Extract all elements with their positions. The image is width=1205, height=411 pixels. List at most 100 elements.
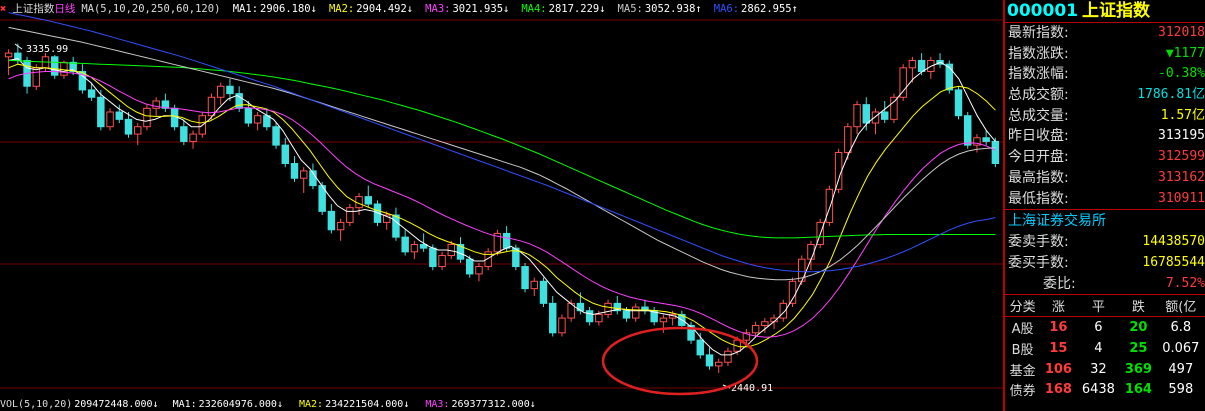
candle-body xyxy=(346,207,354,223)
quote-value: 312018 xyxy=(1158,25,1205,40)
candle-body xyxy=(124,118,133,135)
candle-body xyxy=(521,266,529,290)
candle-body xyxy=(133,126,142,135)
ma-legend-label: MA1: xyxy=(232,3,259,15)
candle-body xyxy=(595,313,603,323)
candle-body xyxy=(429,247,437,268)
vol-ma-label: MA1: xyxy=(172,399,197,410)
quote-value: 1.57亿 xyxy=(1160,107,1205,123)
candle-body xyxy=(880,111,889,120)
breadth-cell-down: 20 xyxy=(1129,319,1148,335)
quote-value: 14438570 xyxy=(1142,234,1205,250)
breadth-cell-cat: 债券 xyxy=(1009,384,1036,400)
quote-label: 委买手数: xyxy=(1008,254,1069,271)
high-label: 3335.99 xyxy=(26,44,68,55)
ma-params: MA(5,10,20,250,60,120) xyxy=(81,3,221,15)
candle-body xyxy=(392,214,400,238)
candle-body xyxy=(475,266,483,275)
candle-body xyxy=(751,324,760,334)
candle-body xyxy=(853,104,861,128)
candle-body xyxy=(263,115,271,128)
kline-chart[interactable]: 3335.99 2440.91 xyxy=(0,0,1003,411)
chart-grid xyxy=(0,19,1003,389)
breadth-cell-cat: B股 xyxy=(1011,342,1034,358)
candle-body xyxy=(299,170,308,179)
candle-body xyxy=(908,59,917,69)
ma-legend-2: MA2: 2904.492↓ xyxy=(329,3,419,15)
volume-header: VOL(5,10,20) 209472448.000↓ MA1: 232604976… xyxy=(0,399,1003,411)
ma-legend-label: MA3: xyxy=(425,3,451,15)
quote-label: 总成交额: xyxy=(1008,87,1069,104)
close-icon[interactable]: ✖ xyxy=(0,3,6,15)
vol-ma-1: MA1: 232604976.000↓ xyxy=(173,399,291,410)
breadth-cell-cat: A股 xyxy=(1011,321,1034,337)
period-label[interactable]: 日线 xyxy=(54,3,75,15)
quote-value: 313162 xyxy=(1158,169,1205,185)
quote-label: 今日开盘: xyxy=(1008,149,1069,166)
ma-legend-value: 2817.229↓ xyxy=(548,3,606,15)
quote-row: 委买手数: 16785544 xyxy=(1005,253,1205,274)
quote-row: 今日开盘: 312599 xyxy=(1005,147,1205,168)
candle-body xyxy=(558,317,566,334)
candle-body xyxy=(290,163,299,179)
ma-legend-value: 2862.955↑ xyxy=(741,3,798,15)
candle-body xyxy=(834,151,843,190)
candle-body xyxy=(216,85,225,98)
breadth-cell-up: 15 xyxy=(1049,340,1068,356)
ma-legend-label: MA6: xyxy=(713,3,740,15)
ma-legend-value: 3052.938↑ xyxy=(644,3,702,15)
candle-body xyxy=(659,317,668,323)
annotation-pointer xyxy=(14,43,23,50)
breadth-header: 额(亿 xyxy=(1156,295,1205,318)
candle-body xyxy=(281,144,290,165)
ma-legend-label: MA4: xyxy=(521,3,547,15)
ma-legend-1: MA1: 2906.180↓ xyxy=(233,3,323,15)
quote-row: 委卖手数: 14438570 xyxy=(1005,232,1205,253)
ma-legend-3: MA3: 3021.935↓ xyxy=(425,3,515,15)
quote-label: 最高指数: xyxy=(1008,169,1069,186)
breadth-cell-flat: 32 xyxy=(1090,361,1107,377)
breadth-header: 平 xyxy=(1076,295,1121,318)
breadth-cell-amt: 6.8 xyxy=(1170,319,1192,335)
candle-body xyxy=(963,115,972,146)
candle-body xyxy=(226,85,234,95)
quote-label: 委卖手数: xyxy=(1008,234,1069,251)
candle-body xyxy=(87,89,96,98)
breadth-cell-up: 16 xyxy=(1049,319,1068,335)
vol-label: VOL(5,10,20) xyxy=(0,399,73,410)
breadth-row: B股 15 4 25 0.067 xyxy=(1005,338,1205,359)
breadth-row: 基金 106 32 369 497 xyxy=(1005,359,1205,380)
candle-body xyxy=(622,310,631,319)
vol-value: 209472448.000↓ xyxy=(74,399,159,410)
low-label: 2440.91 xyxy=(731,383,773,394)
breadth-cell-cat: 基金 xyxy=(1009,363,1036,379)
candle-body xyxy=(631,306,640,319)
vol-ma-value: 232604976.000↓ xyxy=(198,399,283,410)
candle-body xyxy=(576,302,585,312)
vol-ma-value: 234221504.000↓ xyxy=(325,399,410,410)
quote-value: 310911 xyxy=(1158,190,1205,206)
quote-row: 最低指数: 310911 xyxy=(1005,189,1205,210)
candle-body xyxy=(115,111,124,120)
candle-body xyxy=(152,100,160,109)
candle-body xyxy=(548,302,557,334)
candle-body xyxy=(714,361,723,367)
breadth-cell-down: 164 xyxy=(1124,382,1152,398)
panel-title: 000001 上证指数 xyxy=(1005,0,1205,22)
breadth-row: A股 16 6 20 6.8 xyxy=(1005,317,1205,338)
quote-row: 最新指数: 312018 xyxy=(1005,23,1205,44)
quote-row: 总成交额: 1786.81亿 xyxy=(1005,85,1205,106)
quote-panel: 000001 上证指数 最新指数: 312018 指数涨跌: ▼1177 指数涨幅: -0.… xyxy=(1003,0,1205,411)
candle-body xyxy=(465,258,474,275)
ma-legend-label: MA2: xyxy=(328,3,355,15)
candle-body xyxy=(253,115,262,124)
breadth-cell-up: 168 xyxy=(1044,382,1072,398)
quote-row: 指数涨跌: ▼1177 xyxy=(1005,44,1205,65)
quote-value: 313195 xyxy=(1158,128,1205,144)
quote-label: 指数涨幅: xyxy=(1008,66,1069,83)
breadth-cell-amt: 598 xyxy=(1168,382,1194,398)
candle-body xyxy=(890,96,898,120)
candle-body xyxy=(189,133,197,142)
breadth-cell-flat: 6 xyxy=(1094,319,1103,335)
index-code: 000001 xyxy=(1007,1,1078,21)
